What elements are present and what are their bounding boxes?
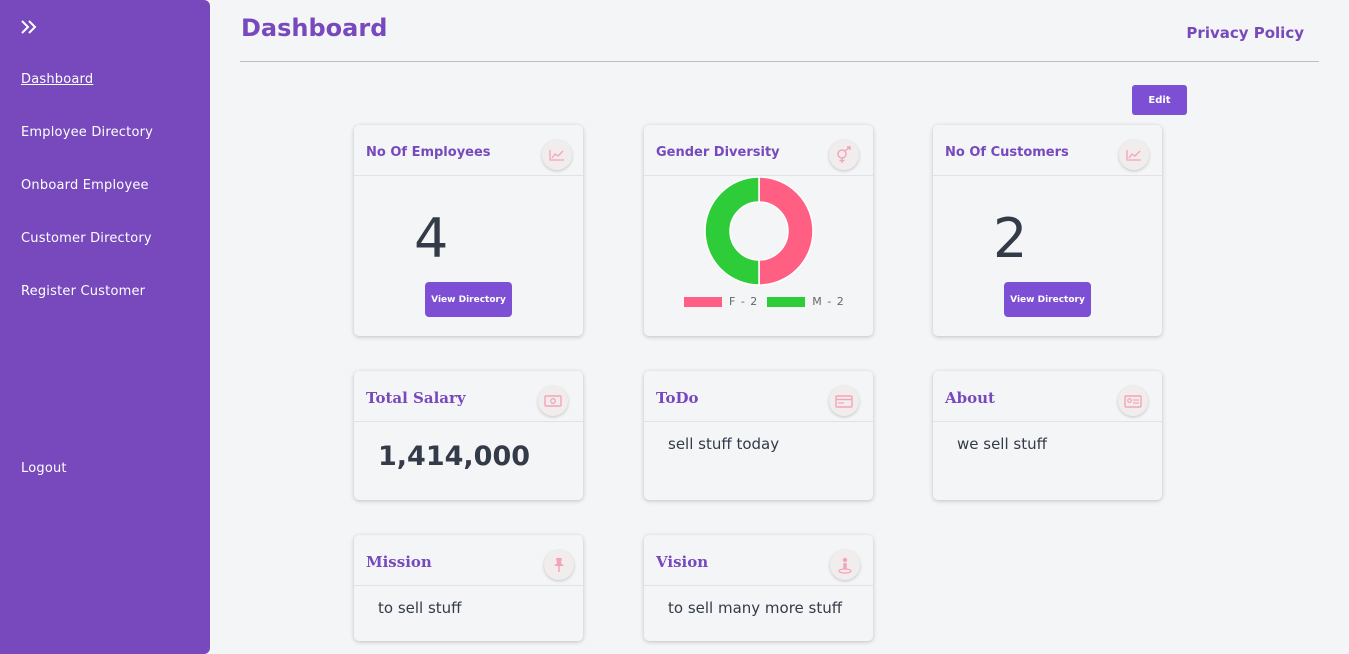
pin-icon — [544, 550, 574, 580]
about-text: we sell stuff — [957, 435, 1047, 453]
sidebar: Dashboard Employee Directory Onboard Emp… — [0, 0, 210, 654]
vision-card: Vision to sell many more stuff — [644, 535, 873, 641]
privacy-policy-link[interactable]: Privacy Policy — [1186, 24, 1304, 42]
edit-button[interactable]: Edit — [1132, 85, 1187, 115]
sidebar-item-onboard-employee[interactable]: Onboard Employee — [21, 178, 149, 193]
gender-donut-chart — [704, 176, 814, 286]
card-icon — [829, 386, 859, 416]
employee-count: 4 — [414, 207, 449, 270]
mission-card: Mission to sell stuff — [354, 535, 583, 641]
donut-slice-f — [758, 176, 814, 286]
sidebar-item-dashboard[interactable]: Dashboard — [21, 72, 93, 87]
header-divider — [240, 61, 1319, 62]
chart-legend: F - 2 M - 2 — [684, 295, 854, 308]
card-title: About — [945, 389, 995, 407]
total-salary-value: 1,414,000 — [378, 441, 531, 472]
todo-text: sell stuff today — [668, 435, 780, 453]
sidebar-item-customer-directory[interactable]: Customer Directory — [21, 231, 152, 246]
card-title: Mission — [366, 553, 432, 571]
legend-swatch-f — [684, 296, 722, 307]
sidebar-item-employee-directory[interactable]: Employee Directory — [21, 125, 153, 140]
page-title: Dashboard — [241, 14, 388, 42]
card-title: No Of Employees — [366, 145, 491, 160]
employees-card: No Of Employees 4 View Directory — [354, 125, 583, 336]
person-pin-icon — [830, 550, 860, 580]
view-customer-directory-button[interactable]: View Directory — [1004, 282, 1091, 317]
trend-chart-icon — [1119, 140, 1149, 170]
legend-swatch-m — [767, 296, 806, 307]
gender-icon — [829, 140, 859, 170]
customers-card: No Of Customers 2 View Directory — [933, 125, 1162, 336]
todo-card: ToDo sell stuff today — [644, 371, 873, 500]
double-chevron-right-icon[interactable] — [19, 17, 39, 37]
about-card: About we sell stuff — [933, 371, 1162, 500]
money-icon — [538, 386, 568, 416]
sidebar-item-register-customer[interactable]: Register Customer — [21, 284, 145, 299]
card-title: No Of Customers — [945, 145, 1069, 160]
customer-count: 2 — [993, 207, 1028, 270]
vision-text: to sell many more stuff — [668, 599, 843, 617]
legend-label-f: F - 2 — [729, 295, 759, 308]
view-employee-directory-button[interactable]: View Directory — [425, 282, 512, 317]
trend-chart-icon — [542, 140, 572, 170]
legend-label-m: M - 2 — [812, 295, 845, 308]
id-card-icon — [1118, 386, 1148, 416]
card-title: ToDo — [656, 389, 699, 407]
card-title: Vision — [656, 553, 709, 571]
mission-text: to sell stuff — [378, 599, 462, 617]
card-title: Gender Diversity — [656, 145, 780, 160]
donut-slice-m — [704, 176, 760, 286]
logout-link[interactable]: Logout — [21, 461, 67, 476]
card-title: Total Salary — [366, 389, 466, 407]
total-salary-card: Total Salary 1,414,000 — [354, 371, 583, 500]
gender-diversity-card: Gender Diversity F - 2 M - 2 — [644, 125, 873, 336]
